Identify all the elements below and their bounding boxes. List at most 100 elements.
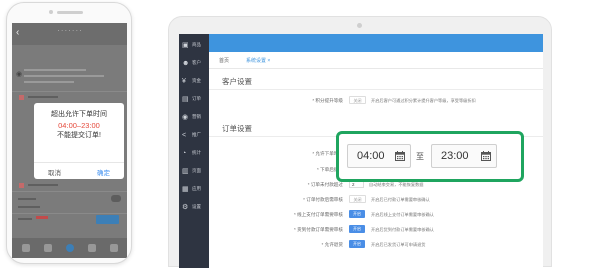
phone-screen: ‹ · · · · · · · ◉ 超出允许下单时间 04:00–23:00 不… xyxy=(12,23,127,258)
quantity-stepper[interactable] xyxy=(111,195,121,202)
allow-return-hint: 开启后已发货订单可申请退货 xyxy=(371,242,426,247)
laptop-camera xyxy=(357,23,362,28)
order-time-alert-dialog: 超出允许下单时间 04:00–23:00 不能提交订单! 取消 确定 xyxy=(34,103,124,179)
sidebar-item-0[interactable]: ▣ 商品 xyxy=(179,38,209,56)
dialog-buttons: 取消 确定 xyxy=(34,162,124,179)
cod-audit-label: * 货到付款订单需要审核 xyxy=(293,227,343,232)
sidebar-item-label: 客户 xyxy=(192,60,201,65)
location-pin-icon: ◉ xyxy=(16,71,23,78)
tab-settings[interactable]: 系统设置 × xyxy=(246,57,271,70)
order-section-title: 订单设置 xyxy=(222,124,252,133)
sidebar-item-label: 订单 xyxy=(192,96,201,101)
phone-nav-bar: ‹ · · · · · · · xyxy=(12,23,127,45)
customer-section-title: 客户设置 xyxy=(222,77,252,86)
allow-return-toggle[interactable]: 开启 xyxy=(349,240,365,248)
total-label xyxy=(18,218,32,220)
sidebar-item-label: 页面 xyxy=(192,168,201,173)
settings-icon: ⚙ xyxy=(182,204,189,211)
start-time-value: 04:00 xyxy=(357,150,385,162)
cancel-button[interactable]: 取消 xyxy=(48,167,61,177)
phone-tab-bar xyxy=(12,238,127,258)
sidebar-item-2[interactable]: ¥ 资金 xyxy=(179,74,209,92)
phone-speaker xyxy=(57,11,83,14)
sidebar-item-8[interactable]: ▦ 应用 xyxy=(179,182,209,200)
online-audit-hint: 开启后线上支付订单需要审核确认 xyxy=(371,212,434,217)
auto-cancel-label: * 订单未付款超过 xyxy=(307,182,343,187)
sidebar-item-label: 应用 xyxy=(192,186,201,191)
address-line xyxy=(24,75,104,77)
tab-bar: 首页 系统设置 × xyxy=(209,52,543,70)
dialog-time-range: 04:00–23:00 xyxy=(58,121,100,130)
list-item xyxy=(28,184,58,186)
shop-icon: ▣ xyxy=(182,42,189,49)
sidebar-item-1[interactable]: ☻ 客户 xyxy=(179,56,209,74)
allow-return-label: * 允许退货 xyxy=(321,242,343,247)
profile-tab-icon[interactable] xyxy=(110,244,118,252)
end-time-value: 23:00 xyxy=(441,150,469,162)
sidebar-item-label: 推广 xyxy=(192,132,201,137)
address-line xyxy=(24,69,86,71)
start-time-picker[interactable]: 04:00 xyxy=(347,144,411,168)
sidebar-item-9[interactable]: ⚙ 设置 xyxy=(179,200,209,218)
audit-toggle[interactable]: 关闭 xyxy=(349,195,366,203)
sidebar-item-label: 营销 xyxy=(192,114,201,119)
share-icon: < xyxy=(182,132,187,139)
audit-hint: 开启后已付款订单需要审核确认 xyxy=(371,197,430,202)
end-time-picker[interactable]: 23:00 xyxy=(431,144,497,168)
section-divider xyxy=(209,89,543,90)
sidebar: ▣ 商品 ☻ 客户 ¥ 资金 ▤ 订单 ◉ 营销 < 推广 ◔ 统计 ▥ 页面 ▦ 应用 ⚙ 设置 xyxy=(179,34,209,268)
sidebar-item-label: 商品 xyxy=(192,42,201,47)
top-header-bar xyxy=(209,34,543,52)
list-item xyxy=(28,96,58,98)
auto-cancel-hint: 自动结束交易，不能恢复数据 xyxy=(369,182,424,187)
points-level-toggle[interactable]: 关闭 xyxy=(349,96,366,104)
row-divider xyxy=(12,91,127,92)
customer-icon: ☻ xyxy=(182,60,190,67)
phone-nav-title: · · · · · · · xyxy=(57,28,82,34)
sidebar-item-5[interactable]: < 推广 xyxy=(179,128,209,146)
calendar-icon[interactable] xyxy=(481,151,491,161)
category-tab-icon[interactable] xyxy=(44,244,52,252)
page-icon: ▥ xyxy=(182,168,189,175)
sidebar-item-3[interactable]: ▤ 订单 xyxy=(179,92,209,110)
order-icon: ▤ xyxy=(182,96,189,103)
online-audit-label: * 线上支付订单需要审核 xyxy=(293,212,343,217)
cart-tab-icon[interactable] xyxy=(66,244,74,252)
cod-audit-toggle[interactable]: 开启 xyxy=(349,225,365,233)
sidebar-item-label: 统计 xyxy=(192,150,201,155)
points-level-hint: 开启后客户可通过积分累计提升客户等级，享受等级折扣 xyxy=(371,98,476,103)
row-divider xyxy=(12,191,127,192)
yen-icon: ¥ xyxy=(182,78,186,85)
online-audit-toggle[interactable]: 开启 xyxy=(349,210,365,218)
phone-camera xyxy=(49,10,53,14)
submit-order-button[interactable] xyxy=(96,215,119,224)
list-item xyxy=(18,198,36,200)
sidebar-item-label: 设置 xyxy=(192,204,201,209)
points-level-label: * 积分提升等级 xyxy=(312,98,343,103)
order-tab-icon[interactable] xyxy=(88,244,96,252)
dialog-title: 超出允许下单时间 xyxy=(51,111,107,118)
time-range-separator: 至 xyxy=(416,152,424,161)
tab-home[interactable]: 首页 xyxy=(219,57,229,64)
calendar-icon[interactable] xyxy=(395,151,405,161)
home-tab-icon[interactable] xyxy=(22,244,30,252)
sidebar-item-7[interactable]: ▥ 页面 xyxy=(179,164,209,182)
marketing-icon: ◉ xyxy=(182,114,189,121)
phone-mockup: ‹ · · · · · · · ◉ 超出允许下单时间 04:00–23:00 不… xyxy=(6,2,132,264)
app-icon: ▦ xyxy=(182,186,189,193)
order-time-range-highlight: 04:00 至 23:00 xyxy=(336,131,524,182)
stats-icon: ◔ xyxy=(182,150,187,157)
row-divider xyxy=(12,213,127,214)
address-line xyxy=(24,81,74,83)
store-tag-icon xyxy=(19,183,24,188)
dialog-message: 不能提交订单! xyxy=(57,132,101,139)
total-price xyxy=(36,216,48,219)
confirm-button[interactable]: 确定 xyxy=(97,167,110,177)
cod-audit-hint: 开启后货到付款订单需要审核确认 xyxy=(371,227,434,232)
sidebar-item-4[interactable]: ◉ 营销 xyxy=(179,110,209,128)
sidebar-item-6[interactable]: ◔ 统计 xyxy=(179,146,209,164)
store-tag-icon xyxy=(19,95,24,100)
list-item xyxy=(18,206,40,208)
audit-label: * 订单付款后需审核 xyxy=(303,197,343,202)
sidebar-item-label: 资金 xyxy=(192,78,201,83)
